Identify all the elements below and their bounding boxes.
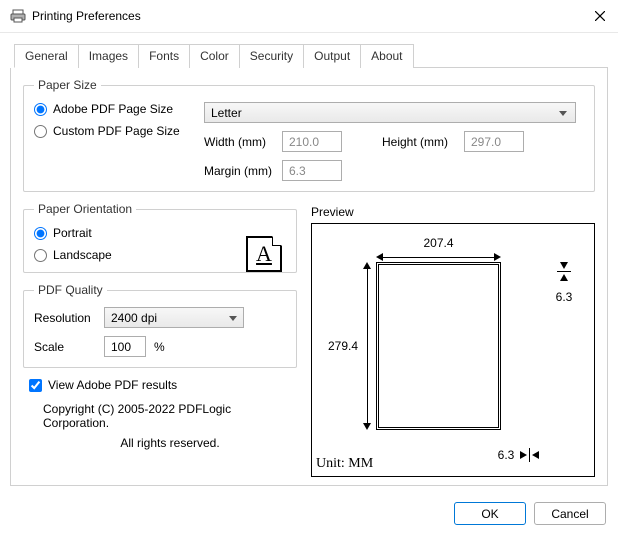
- resolution-label: Resolution: [34, 311, 104, 325]
- quality-group: PDF Quality Resolution 2400 dpi Scale 10…: [23, 283, 297, 368]
- cancel-button[interactable]: Cancel: [534, 502, 606, 525]
- window-title: Printing Preferences: [32, 9, 592, 23]
- preview-width-dim: 207.4: [376, 240, 501, 258]
- radio-custom-label: Custom PDF Page Size: [53, 124, 180, 138]
- tab-images[interactable]: Images: [78, 44, 139, 68]
- view-results-label: View Adobe PDF results: [48, 378, 177, 392]
- preview-margin-right: 6.3: [544, 262, 584, 317]
- preview-label: Preview: [311, 205, 595, 219]
- paper-preset-value: Letter: [211, 106, 242, 120]
- tab-pane-general: Paper Size Adobe PDF Page Size Custom PD…: [10, 68, 608, 486]
- radio-adobe-input[interactable]: [34, 103, 47, 116]
- view-results-checkbox[interactable]: View Adobe PDF results: [29, 378, 297, 392]
- scale-field[interactable]: 100: [104, 336, 146, 357]
- copyright-line2: All rights reserved.: [43, 436, 297, 450]
- paper-size-group: Paper Size Adobe PDF Page Size Custom PD…: [23, 78, 595, 192]
- radio-landscape-input[interactable]: [34, 249, 47, 262]
- paper-size-legend: Paper Size: [34, 78, 101, 92]
- preview-box: 207.4 279.4 6.3 6.3: [311, 223, 595, 477]
- ok-button[interactable]: OK: [454, 502, 526, 525]
- scale-unit: %: [154, 340, 165, 354]
- preview-unit: Unit: MM: [316, 456, 373, 472]
- orientation-legend: Paper Orientation: [34, 202, 136, 216]
- radio-adobe-page-size[interactable]: Adobe PDF Page Size: [34, 102, 204, 116]
- radio-landscape-label: Landscape: [53, 248, 112, 262]
- preview-margin-bottom: 6.3: [476, 444, 566, 466]
- dialog-buttons: OK Cancel: [0, 492, 618, 537]
- radio-adobe-label: Adobe PDF Page Size: [53, 102, 173, 116]
- preview-height-dim: 279.4: [340, 262, 372, 430]
- copyright: Copyright (C) 2005-2022 PDFLogic Corpora…: [43, 402, 297, 450]
- width-field[interactable]: 210.0: [282, 131, 342, 152]
- radio-portrait-input[interactable]: [34, 227, 47, 240]
- titlebar: Printing Preferences: [0, 0, 618, 33]
- copyright-line1: Copyright (C) 2005-2022 PDFLogic Corpora…: [43, 402, 297, 430]
- scale-label: Scale: [34, 340, 104, 354]
- paper-preset-select[interactable]: Letter: [204, 102, 576, 123]
- view-results-input[interactable]: [29, 379, 42, 392]
- tab-fonts[interactable]: Fonts: [138, 44, 190, 68]
- height-field[interactable]: 297.0: [464, 131, 524, 152]
- tab-color[interactable]: Color: [189, 44, 240, 68]
- tab-bar: General Images Fonts Color Security Outp…: [14, 43, 608, 68]
- radio-portrait-label: Portrait: [53, 226, 92, 240]
- resolution-value: 2400 dpi: [111, 311, 157, 325]
- margin-label: Margin (mm): [204, 164, 282, 178]
- tab-general[interactable]: General: [14, 44, 79, 68]
- preview-page: [376, 262, 501, 430]
- width-label: Width (mm): [204, 135, 282, 149]
- tab-about[interactable]: About: [360, 44, 413, 68]
- orientation-group: Paper Orientation Portrait Landscape A: [23, 202, 297, 273]
- printer-icon: [10, 8, 26, 24]
- height-label: Height (mm): [382, 135, 464, 149]
- radio-custom-page-size[interactable]: Custom PDF Page Size: [34, 124, 204, 138]
- resolution-select[interactable]: 2400 dpi: [104, 307, 244, 328]
- quality-legend: PDF Quality: [34, 283, 107, 297]
- margin-field[interactable]: 6.3: [282, 160, 342, 181]
- radio-custom-input[interactable]: [34, 125, 47, 138]
- orientation-icon: A: [246, 236, 282, 272]
- tab-security[interactable]: Security: [239, 44, 304, 68]
- tab-output[interactable]: Output: [303, 44, 361, 68]
- close-icon[interactable]: [592, 8, 608, 24]
